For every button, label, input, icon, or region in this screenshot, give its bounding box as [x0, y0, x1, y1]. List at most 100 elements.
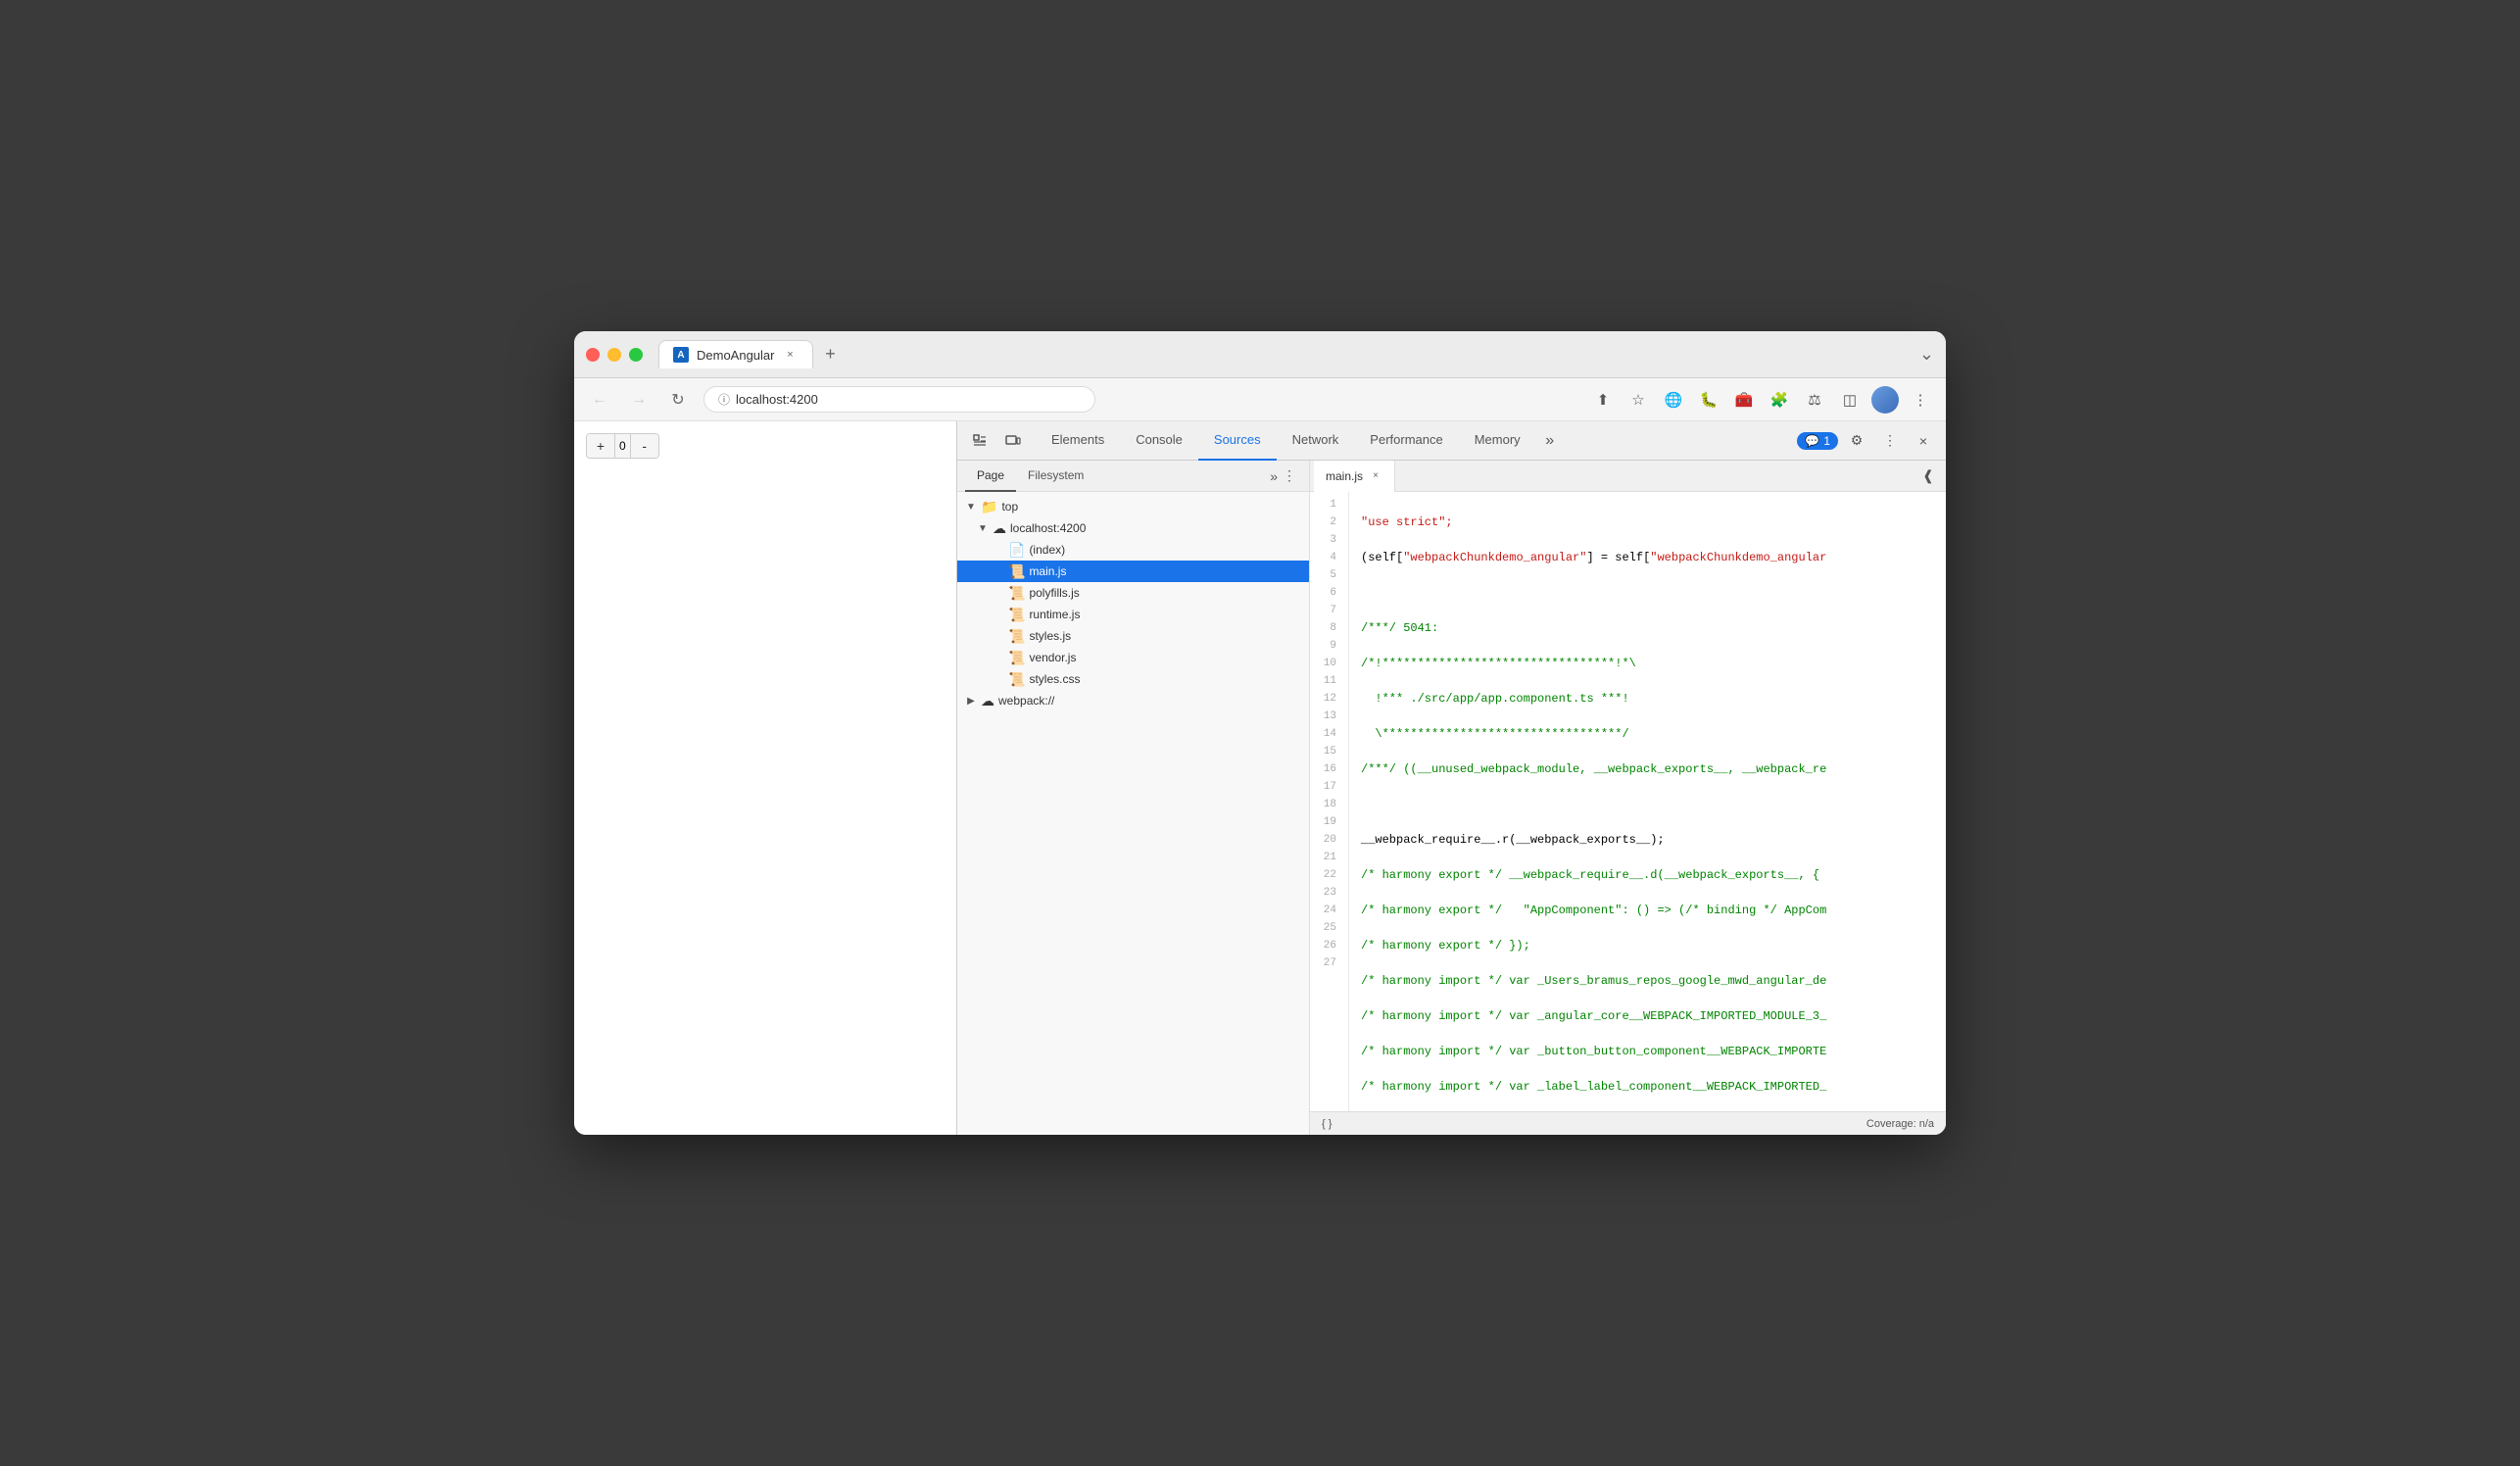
bookmark-icon[interactable]: ☆	[1624, 386, 1652, 414]
devtools-settings-icon[interactable]: ⚙	[1842, 426, 1871, 456]
devtools-nav-icons	[965, 426, 1028, 456]
code-line-15: /* harmony import */ var _angular_core__…	[1361, 1007, 1934, 1025]
tree-label-runtime: runtime.js	[1029, 608, 1080, 621]
code-line-8: /***/ ((__unused_webpack_module, __webpa…	[1361, 760, 1934, 778]
file-icon-stylesjs: 📜	[1008, 628, 1025, 645]
more-icon[interactable]: ⋮	[1907, 386, 1934, 414]
browser-tab-demo-angular[interactable]: A DemoAngular ×	[658, 340, 813, 368]
line-num-16: 16	[1318, 760, 1336, 778]
extension-icon[interactable]: 🧰	[1730, 386, 1758, 414]
line-num-18: 18	[1318, 796, 1336, 813]
earth-icon[interactable]: 🌐	[1660, 386, 1687, 414]
layout-icon[interactable]: ◫	[1836, 386, 1864, 414]
sidebar-tab-page[interactable]: Page	[965, 461, 1016, 492]
tree-label-stylescss: styles.css	[1029, 672, 1080, 686]
line-num-19: 19	[1318, 813, 1336, 831]
tree-item-vendor[interactable]: ▶ 📜 vendor.js	[957, 647, 1309, 668]
inspect-element-icon[interactable]	[965, 426, 994, 456]
close-traffic-light[interactable]	[586, 348, 600, 362]
user-avatar[interactable]	[1871, 386, 1899, 414]
tab-network[interactable]: Network	[1277, 421, 1355, 461]
code-line-1: "use strict";	[1361, 513, 1934, 531]
line-num-23: 23	[1318, 884, 1336, 902]
sidebar-tab-filesystem[interactable]: Filesystem	[1016, 461, 1095, 492]
tab-console[interactable]: Console	[1120, 421, 1198, 461]
file-icon-stylescss: 📜	[1008, 671, 1025, 688]
file-icon-mainjs: 📜	[1008, 563, 1025, 580]
code-lines[interactable]: "use strict"; (self["webpackChunkdemo_an…	[1349, 492, 1946, 1111]
sidebar-more-tabs[interactable]: »	[1270, 468, 1278, 484]
puzzle-icon[interactable]: 🧩	[1766, 386, 1793, 414]
back-button[interactable]: ←	[586, 386, 613, 414]
file-icon-runtime: 📜	[1008, 607, 1025, 623]
url-bar[interactable]: ⓘ localhost:4200	[703, 386, 1095, 413]
device-toggle-icon[interactable]	[998, 426, 1028, 456]
maximize-traffic-light[interactable]	[629, 348, 643, 362]
tree-item-mainjs[interactable]: ▶ 📜 main.js	[957, 561, 1309, 582]
tab-performance[interactable]: Performance	[1354, 421, 1458, 461]
tab-close-button[interactable]: ×	[783, 347, 799, 363]
editor-tab-right: ❰	[1914, 463, 1942, 490]
tree-item-polyfills[interactable]: ▶ 📜 polyfills.js	[957, 582, 1309, 604]
reload-button[interactable]: ↻	[664, 386, 692, 414]
url-text: localhost:4200	[736, 392, 818, 407]
sidebar-menu-icon[interactable]: ⋮	[1278, 464, 1301, 488]
folder-icon-top: 📁	[981, 499, 997, 515]
code-content[interactable]: 1 2 3 4 5 6 7 8 9 10 11 12 13	[1310, 492, 1946, 1111]
new-tab-button[interactable]: +	[817, 341, 845, 368]
editor-tab-label: main.js	[1326, 469, 1363, 483]
tree-item-localhost[interactable]: ▼ ☁ localhost:4200	[957, 517, 1309, 539]
bug-icon[interactable]: 🐛	[1695, 386, 1722, 414]
minimize-traffic-light[interactable]	[607, 348, 621, 362]
flask-icon[interactable]: ⚖	[1801, 386, 1828, 414]
zoom-out-button[interactable]: -	[631, 434, 658, 458]
file-icon-vendor: 📜	[1008, 650, 1025, 666]
collapse-panel-button[interactable]: ❰	[1914, 463, 1942, 490]
code-line-12: /* harmony export */ "AppComponent": () …	[1361, 902, 1934, 919]
line-num-15: 15	[1318, 743, 1336, 760]
tree-label-webpack: webpack://	[998, 694, 1054, 708]
devtools-body: Page Filesystem » ⋮ ▼	[957, 461, 1946, 1135]
file-icon-polyfills: 📜	[1008, 585, 1025, 602]
editor-tab-mainjs[interactable]: main.js ×	[1314, 461, 1395, 492]
tree-item-runtime[interactable]: ▶ 📜 runtime.js	[957, 604, 1309, 625]
devtools-topbar: Elements Console Sources Network Perform…	[957, 421, 1946, 461]
tab-sources[interactable]: Sources	[1198, 421, 1277, 461]
line-num-9: 9	[1318, 637, 1336, 655]
line-num-8: 8	[1318, 619, 1336, 637]
tree-item-stylescss[interactable]: ▶ 📜 styles.css	[957, 668, 1309, 690]
code-line-10: __webpack_require__.r(__webpack_exports_…	[1361, 831, 1934, 849]
tree-label-vendor: vendor.js	[1029, 651, 1076, 664]
tree-label-localhost: localhost:4200	[1010, 521, 1086, 535]
zoom-in-button[interactable]: +	[587, 434, 614, 458]
devtools-close-button[interactable]: ×	[1909, 426, 1938, 456]
traffic-lights	[586, 348, 643, 362]
tree-item-top[interactable]: ▼ 📁 top	[957, 496, 1309, 517]
forward-button[interactable]: →	[625, 386, 653, 414]
editor-tab-close-button[interactable]: ×	[1369, 469, 1382, 483]
window-collapse-button[interactable]: ⌄	[1919, 344, 1934, 365]
tree-item-stylesjs[interactable]: ▶ 📜 styles.js	[957, 625, 1309, 647]
devtools-more-icon[interactable]: ⋮	[1875, 426, 1905, 456]
tree-label-stylesjs: styles.js	[1029, 629, 1071, 643]
line-num-27: 27	[1318, 954, 1336, 972]
tree-label-top: top	[1001, 500, 1018, 513]
tab-memory[interactable]: Memory	[1459, 421, 1536, 461]
code-line-4: /***/ 5041:	[1361, 619, 1934, 637]
tree-label-index: (index)	[1029, 543, 1065, 557]
address-bar-icons: ⬆ ☆ 🌐 🐛 🧰 🧩 ⚖ ◫ ⋮	[1589, 386, 1934, 414]
code-line-7: \**********************************/	[1361, 725, 1934, 743]
tree-item-webpack[interactable]: ▶ ☁ webpack://	[957, 690, 1309, 711]
file-tree: ▼ 📁 top ▼ ☁ localhost:4200 ▶	[957, 492, 1309, 1135]
notification-badge: 💬 1	[1797, 432, 1838, 450]
tree-item-index[interactable]: ▶ 📄 (index)	[957, 539, 1309, 561]
tab-elements[interactable]: Elements	[1036, 421, 1120, 461]
format-icon[interactable]: { }	[1322, 1118, 1332, 1130]
line-num-22: 22	[1318, 866, 1336, 884]
tab-title: DemoAngular	[697, 348, 775, 363]
line-num-1: 1	[1318, 496, 1336, 513]
share-icon[interactable]: ⬆	[1589, 386, 1617, 414]
line-num-10: 10	[1318, 655, 1336, 672]
line-num-24: 24	[1318, 902, 1336, 919]
more-devtools-tabs[interactable]: »	[1536, 427, 1564, 455]
